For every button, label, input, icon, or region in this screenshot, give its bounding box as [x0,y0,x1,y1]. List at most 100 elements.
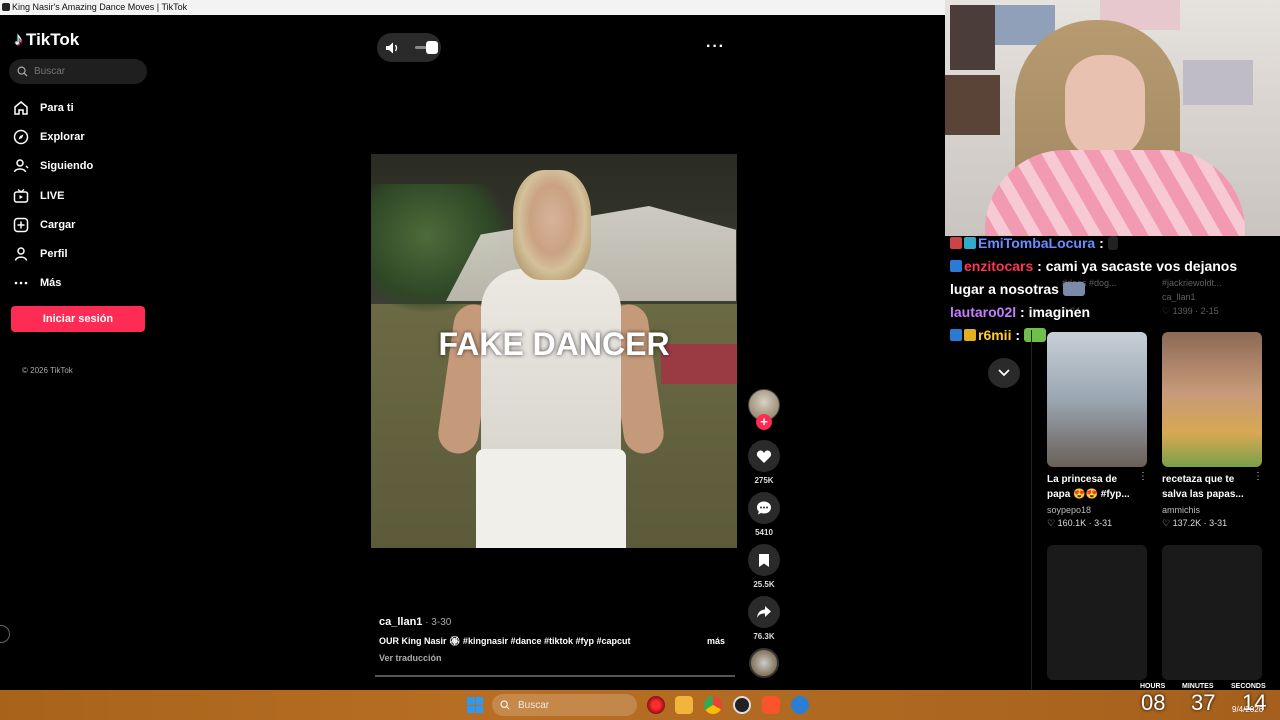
chevron-down-icon [998,369,1010,377]
chat-emote-icon [1107,236,1118,250]
sidebar-item-label: Más [40,277,62,290]
volume-control[interactable] [377,33,441,62]
sidebar-item-para-ti[interactable]: Para ti [12,93,152,122]
chat-badge-icon [950,237,962,249]
related-video-options-icon[interactable]: ⋮ [1253,471,1263,482]
related-video-user[interactable]: soypepo18 [1047,505,1091,515]
taskbar-search[interactable]: Buscar [492,694,637,716]
brave-browser-icon[interactable] [762,696,780,714]
search-input[interactable] [34,66,134,77]
bookmark-icon [759,553,769,567]
tiktok-logo[interactable]: ♪ TikTok [14,29,79,50]
windows-start-icon[interactable] [467,697,483,713]
chrome-icon[interactable] [704,696,722,714]
search-icon [500,700,510,710]
tiktok-note-icon: ♪ [14,29,23,49]
translate-button[interactable]: Ver traducción [379,653,442,663]
sidebar-item-explorar[interactable]: Explorar [12,122,152,151]
crown-badge-icon [964,329,976,341]
live-icon [12,187,30,205]
sidebar-item-cargar[interactable]: Cargar [12,210,152,239]
chat-separator: : [1011,327,1021,343]
save-count: 25.5K [753,580,775,589]
related-video-title[interactable]: recetaza que te salva las papas... [1162,472,1252,502]
clock-hours-label: HOURS [1140,683,1166,690]
speaker-icon[interactable] [385,41,401,55]
related-video-thumbnail[interactable] [1047,332,1147,467]
related-video-title[interactable]: La princesa de papa 😍😍 #fyp... [1047,472,1137,502]
volume-slider-knob[interactable] [426,41,438,54]
video-figure-head [513,170,591,280]
obs-icon[interactable] [733,696,751,714]
sidebar-item-label: Para ti [40,101,74,114]
more-icon [12,274,30,292]
heart-icon [756,449,772,463]
sidebar-item-mas[interactable]: Más [12,269,152,298]
search-box[interactable] [9,59,147,84]
chat-separator: : [1033,258,1042,274]
webcam-figure-sweater [985,150,1245,236]
related-video-stats: ♡ 160.1K · 3-31 [1047,518,1113,528]
related-video-thumbnail[interactable] [1162,332,1262,467]
related-video-placeholder[interactable] [1162,545,1262,680]
sidebar: ♪ TikTok Para ti Explorar Siguiendo LIVE [0,15,160,690]
profile-icon [12,245,30,263]
chat-message: EmiTombaLocura : [950,232,1270,255]
chat-emote-icon [1062,282,1085,296]
follow-button[interactable]: + [756,414,772,430]
sidebar-item-label: Siguiendo [40,160,94,173]
sidebar-item-siguiendo[interactable]: Siguiendo [12,152,152,181]
sidebar-item-live[interactable]: LIVE [12,181,152,210]
chat-badge-icon [950,260,962,272]
more-options-button[interactable]: ··· [706,38,725,56]
like-button[interactable] [748,440,780,472]
file-explorer-icon[interactable] [675,696,693,714]
chat-message: lautaro02l : imaginen [950,301,1270,324]
opera-browser-icon[interactable] [647,696,665,714]
post-date: · 3-30 [422,617,452,628]
comment-button[interactable] [748,492,780,524]
expand-description-button[interactable]: más [707,636,725,646]
chat-username: lautaro02l [950,304,1017,320]
comment-icon [757,501,771,515]
app-c-icon[interactable] [791,696,809,714]
sidebar-item-perfil[interactable]: Perfil [12,239,152,268]
webcam-figure-face [1065,55,1145,160]
chat-badge-icon [950,329,962,341]
login-button[interactable]: Iniciar sesión [11,306,145,332]
share-count: 76.3K [753,632,775,641]
save-button[interactable] [748,544,780,576]
related-video-options-icon[interactable]: ⋮ [1138,471,1148,482]
chat-emote-icon [1023,328,1046,342]
related-video-placeholder[interactable] [1047,545,1147,680]
chat-text: imaginen [1024,304,1091,320]
video-player[interactable]: FAKE DANCER [371,154,737,548]
related-video-stats: ♡ 137.2K · 3-31 [1162,518,1228,528]
share-icon [757,606,771,618]
share-button[interactable] [748,596,780,628]
upload-icon [12,216,30,234]
sidebar-item-label: Perfil [40,248,68,261]
clock-date: 9/4/2026 [1232,705,1264,714]
wall-poster [1183,60,1253,105]
chat-separator: : [1095,235,1104,251]
post-username[interactable]: ca_llan1 [379,616,422,628]
video-caption-overlay: FAKE DANCER [438,326,670,362]
taskbar: Buscar [0,690,1280,720]
like-count: 275K [754,476,774,485]
related-video-user[interactable]: ammichis [1162,505,1200,515]
video-progress-bar[interactable] [375,675,735,677]
window-title: King Nasir's Amazing Dance Moves | TikTo… [12,2,188,12]
video-figure-body [481,269,621,459]
tiktok-favicon-icon [2,3,10,11]
video-figure-pants [476,449,626,548]
clock-seconds-label: SECONDS [1231,683,1266,690]
comment-count: 5410 [755,528,773,537]
taskbar-search-label: Buscar [518,699,550,711]
wall-poster [945,75,1000,135]
music-disc-icon[interactable] [749,648,779,678]
search-icon [17,66,28,77]
scroll-down-button[interactable] [988,358,1020,388]
chat-username: r6mii [978,327,1012,343]
post-meta: ca_llan1 · 3-30 OUR King Nasir 🏵 #kingna… [379,612,729,663]
